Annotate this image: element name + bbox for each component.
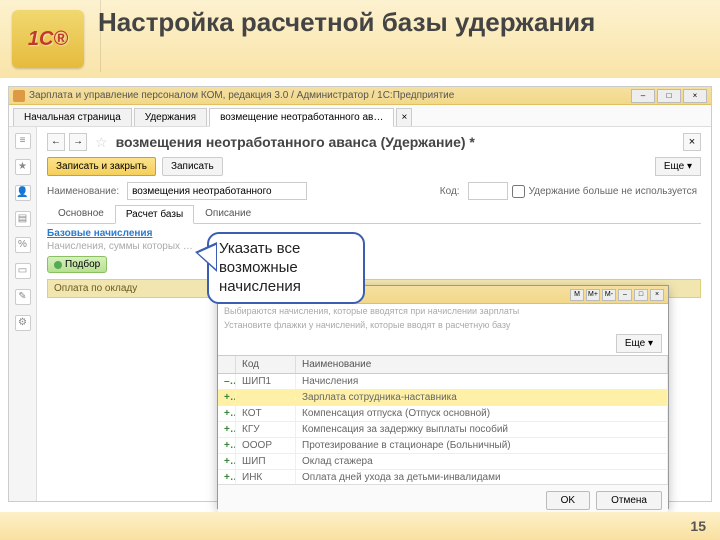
base-accruals-link[interactable]: Базовые начисления	[47, 228, 701, 239]
selection-grid: Код Наименование –ШИП1Начисления+Зарплат…	[218, 355, 668, 484]
popup-close[interactable]: ×	[650, 289, 664, 301]
col-name: Наименование	[296, 356, 668, 373]
disabled-checkbox[interactable]	[512, 185, 525, 198]
max-button[interactable]: □	[657, 89, 681, 103]
popup-btn-mminus[interactable]: M-	[602, 289, 616, 301]
row-check-icon: –	[218, 374, 236, 389]
page-number: 15	[690, 518, 706, 534]
user-icon[interactable]: 👤	[15, 185, 31, 201]
popup-btn-m[interactable]: M	[570, 289, 584, 301]
close-button[interactable]: ×	[683, 89, 707, 103]
disabled-label: Удержание больше не используется	[529, 186, 697, 197]
row-check-icon: +	[218, 454, 236, 469]
popup-max[interactable]: □	[634, 289, 648, 301]
grid-row[interactable]: –ШИП1Начисления	[218, 374, 668, 390]
page-title: Настройка расчетной базы удержания	[98, 4, 595, 37]
wrench-icon[interactable]: ✎	[15, 289, 31, 305]
favorite-icon[interactable]: ☆	[95, 134, 108, 151]
row-name: Компенсация отпуска (Отпуск основной)	[296, 406, 668, 421]
list-icon[interactable]: ▤	[15, 211, 31, 227]
subtab-desc[interactable]: Описание	[194, 204, 262, 223]
popup-note2: Установите флажки у начислений, которые …	[218, 318, 668, 332]
nav-forward[interactable]: →	[69, 133, 87, 151]
app-window: Зарплата и управление персоналом КОМ, ре…	[8, 86, 712, 502]
row-check-icon: +	[218, 438, 236, 453]
selection-popup: Начисления M M+ M- – □ × Выбираются начи…	[217, 285, 669, 509]
tabs-row: Начальная страница Удержания возмещение …	[9, 105, 711, 127]
grid-row[interactable]: +ОООРПротезирование в стационаре (Больни…	[218, 438, 668, 454]
plus-icon	[54, 261, 62, 269]
gear-icon[interactable]: ⚙	[15, 315, 31, 331]
popup-min[interactable]: –	[618, 289, 632, 301]
code-input[interactable]	[468, 182, 508, 200]
app-icon	[13, 90, 25, 102]
subtab-base[interactable]: Расчет базы	[115, 205, 194, 224]
window-title: Зарплата и управление персоналом КОМ, ре…	[29, 90, 629, 101]
tab-close[interactable]: ×	[396, 108, 412, 126]
row-name: Зарплата сотрудника-наставника	[296, 390, 668, 405]
grid-row[interactable]: +ШИПОклад стажера	[218, 454, 668, 470]
name-label: Наименование:	[47, 186, 119, 197]
grid-row[interactable]: +ИНКОплата дней ухода за детьми-инвалида…	[218, 470, 668, 484]
tab-reimbursement[interactable]: возмещение неотработанного ав…	[209, 108, 394, 127]
row-code: ШИП1	[236, 374, 296, 389]
vertical-toolbar: ≡ ★ 👤 ▤ % ▭ ✎ ⚙	[9, 127, 37, 501]
popup-note1: Выбираются начисления, которые вводятся …	[218, 304, 668, 318]
menu-icon[interactable]: ≡	[15, 133, 31, 149]
slide-footer	[0, 512, 720, 540]
col-code: Код	[236, 356, 296, 373]
grid-row[interactable]: +КГУКомпенсация за задержку выплаты посо…	[218, 422, 668, 438]
grid-row[interactable]: + Зарплата сотрудника-наставника	[218, 390, 668, 406]
document-title: возмещения неотработанного аванса (Удерж…	[116, 134, 475, 150]
row-name: Начисления	[296, 374, 668, 389]
filter-button[interactable]: Подбор	[47, 256, 107, 273]
row-name: Протезирование в стационаре (Больничный)	[296, 438, 668, 453]
tab-start[interactable]: Начальная страница	[13, 108, 132, 126]
percent-icon[interactable]: %	[15, 237, 31, 253]
callout-bubble: Указать все возможные начисления	[207, 232, 365, 304]
row-code	[236, 396, 296, 400]
row-name: Компенсация за задержку выплаты пособий	[296, 422, 668, 437]
tab-deductions[interactable]: Удержания	[134, 108, 207, 126]
ok-button[interactable]: OK	[546, 491, 590, 510]
nav-back[interactable]: ←	[47, 133, 65, 151]
window-titlebar: Зарплата и управление персоналом КОМ, ре…	[9, 87, 711, 105]
doc-icon[interactable]: ▭	[15, 263, 31, 279]
row-code: КОТ	[236, 406, 296, 421]
code-label: Код:	[440, 186, 460, 197]
popup-btn-mplus[interactable]: M+	[586, 289, 600, 301]
more-button[interactable]: Еще ▾	[655, 157, 701, 176]
row-check-icon: +	[218, 406, 236, 421]
name-input[interactable]	[127, 182, 307, 200]
row-code: ОООР	[236, 438, 296, 453]
document-close[interactable]: ×	[683, 133, 701, 151]
row-code: КГУ	[236, 422, 296, 437]
star-icon[interactable]: ★	[15, 159, 31, 175]
row-check-icon: +	[218, 390, 236, 405]
callout-text: Указать все возможные начисления	[219, 240, 301, 295]
min-button[interactable]: –	[631, 89, 655, 103]
base-hint: Начисления, суммы которых …	[47, 241, 701, 252]
cancel-button[interactable]: Отмена	[596, 491, 662, 510]
row-code: ИНК	[236, 470, 296, 484]
row-name: Оплата дней ухода за детьми-инвалидами	[296, 470, 668, 484]
save-button[interactable]: Записать	[162, 157, 223, 176]
row-code: ШИП	[236, 454, 296, 469]
logo-text: 1C®	[28, 28, 68, 51]
grid-row[interactable]: +КОТКомпенсация отпуска (Отпуск основной…	[218, 406, 668, 422]
logo: 1C®	[12, 10, 84, 68]
save-close-button[interactable]: Записать и закрыть	[47, 157, 156, 176]
row-check-icon: +	[218, 422, 236, 437]
popup-more-button[interactable]: Еще ▾	[616, 334, 662, 353]
col-mark	[218, 356, 236, 373]
subtab-main[interactable]: Основное	[47, 204, 115, 223]
row-check-icon: +	[218, 470, 236, 484]
row-name: Оклад стажера	[296, 454, 668, 469]
